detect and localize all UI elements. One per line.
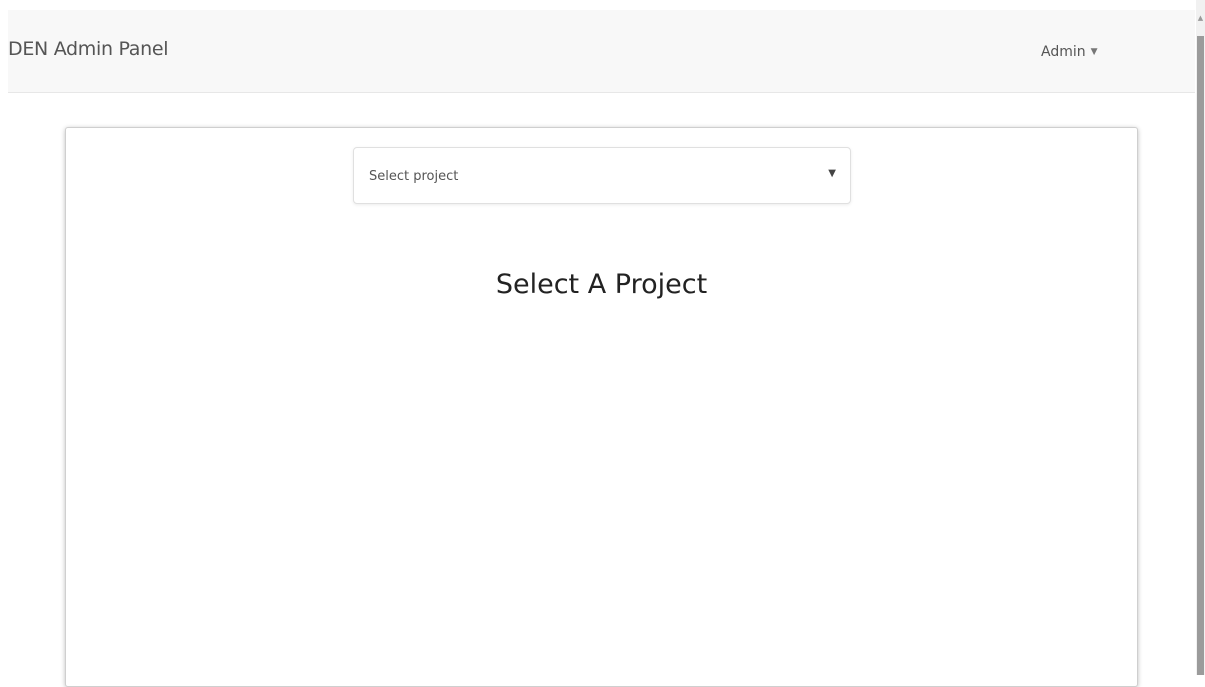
project-select-value: Select project [369,169,459,184]
top-navbar: DEN Admin Panel Admin ▼ [8,10,1195,93]
user-menu-label: Admin [1041,44,1086,60]
brand-title[interactable]: DEN Admin Panel [8,38,169,60]
scrollbar-thumb[interactable] [1197,36,1204,675]
user-menu-dropdown[interactable]: Admin ▼ [1041,44,1098,60]
project-select[interactable]: Select project ▼ [353,147,851,204]
chevron-down-icon: ▼ [828,168,836,179]
page-heading: Select A Project [495,269,708,300]
caret-down-icon: ▼ [1090,47,1098,57]
vertical-scrollbar[interactable]: ▲ [1196,0,1205,675]
scroll-up-arrow-icon[interactable]: ▲ [1196,14,1205,22]
main-panel: Select project ▼ Select A Project [65,127,1138,687]
